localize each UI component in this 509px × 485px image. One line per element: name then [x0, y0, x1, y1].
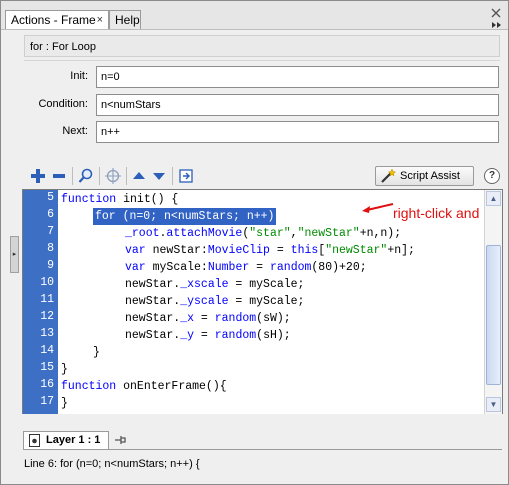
- line-number: 7: [47, 225, 54, 238]
- code-line: var myScale:Number = random(80)+20;: [125, 261, 367, 274]
- move-up-icon[interactable]: [131, 168, 147, 184]
- layer-tab-bar: Layer 1 : 1: [2, 414, 507, 450]
- selected-code-line[interactable]: for (n=0; n<numStars; n++): [93, 208, 277, 225]
- tab-close-icon[interactable]: ×: [97, 11, 103, 29]
- line-number: 13: [40, 327, 54, 340]
- annotation-arrow-icon: [362, 203, 394, 213]
- pin-script-icon[interactable]: [113, 433, 127, 450]
- next-field[interactable]: [96, 121, 499, 143]
- statement-title: for : For Loop: [24, 35, 500, 57]
- code-line: _root.attachMovie("star","newStar"+n,n);: [125, 227, 402, 240]
- code-line: var newStar:MovieClip = this["newStar"+n…: [125, 244, 415, 257]
- line-number: 10: [40, 276, 54, 289]
- script-file-icon: [29, 434, 40, 450]
- collapse-handle[interactable]: ▸: [10, 236, 19, 273]
- script-editor[interactable]: 5 6 7 8 9 10 11 12 13 14 15 16 17 functi…: [22, 189, 503, 415]
- toolbar-separator: [172, 167, 173, 185]
- line-number: 15: [40, 361, 54, 374]
- script-assist-button[interactable]: Script Assist: [375, 166, 474, 186]
- condition-label: Condition:: [38, 98, 88, 110]
- layer-tab[interactable]: Layer 1 : 1: [23, 431, 109, 450]
- line-number: 17: [40, 395, 54, 408]
- script-assist-label: Script Assist: [400, 170, 460, 182]
- init-field[interactable]: [96, 66, 499, 88]
- init-label: Init:: [70, 70, 88, 82]
- scroll-up-icon[interactable]: ▲: [486, 191, 501, 206]
- code-line: newStar._yscale = myScale;: [125, 295, 305, 308]
- tab-help[interactable]: Help: [109, 10, 141, 29]
- move-down-icon[interactable]: [151, 168, 167, 184]
- code-area[interactable]: function init() { for (n=0; n<numStars; …: [61, 190, 502, 414]
- actions-toolbar: Script Assist ?: [2, 162, 507, 189]
- panel-tab-bar: Actions - Frame × Help: [1, 1, 508, 30]
- line-number: 16: [40, 378, 54, 391]
- code-line: }: [61, 397, 68, 410]
- layer-tab-label: Layer 1 : 1: [46, 434, 101, 446]
- vertical-scrollbar[interactable]: ▲ ▼: [484, 190, 502, 414]
- line-number: 14: [40, 344, 54, 357]
- code-line: }: [61, 363, 68, 376]
- condition-field[interactable]: [96, 94, 499, 116]
- panel-menu-icon[interactable]: [492, 21, 502, 30]
- script-assist-panel: for : For Loop Init: Condition: Next:: [2, 30, 507, 162]
- code-line: function onEnterFrame(){: [61, 380, 227, 393]
- code-line: newStar._x = random(sW);: [125, 312, 291, 325]
- status-bar: Line 6: for (n=0; n<numStars; n++) {: [2, 453, 507, 483]
- help-icon[interactable]: ?: [484, 168, 500, 184]
- line-number-gutter: 5 6 7 8 9 10 11 12 13 14 15 16 17: [23, 190, 58, 414]
- line-number: 12: [40, 310, 54, 323]
- delete-statement-icon[interactable]: [51, 168, 67, 184]
- code-line: newStar._y = random(sH);: [125, 329, 291, 342]
- tab-help-label: Help: [115, 13, 140, 27]
- toolbar-separator: [99, 167, 100, 185]
- tab-actions-frame[interactable]: Actions - Frame ×: [5, 10, 109, 29]
- code-line: }: [93, 346, 100, 359]
- divider: [23, 449, 502, 450]
- add-statement-icon[interactable]: [30, 168, 46, 184]
- scroll-down-icon[interactable]: ▼: [486, 397, 501, 412]
- panel-close-icon[interactable]: [491, 8, 501, 18]
- find-icon[interactable]: [78, 168, 94, 184]
- toolbar-separator: [126, 167, 127, 185]
- status-line: Line 6: for (n=0; n<numStars; n++) {: [24, 458, 200, 470]
- magic-wand-icon: [380, 168, 397, 190]
- line-number: 6: [47, 208, 54, 221]
- line-number: 11: [40, 293, 54, 306]
- toolbar-separator: [72, 167, 73, 185]
- code-line: newStar._xscale = myScale;: [125, 278, 305, 291]
- line-number: 5: [47, 191, 54, 204]
- snippet-icon[interactable]: [178, 168, 194, 184]
- target-path-icon[interactable]: [105, 168, 121, 184]
- line-number: 8: [47, 242, 54, 255]
- scroll-thumb[interactable]: [486, 245, 501, 385]
- actions-panel: Actions - Frame × Help for : For Loop In…: [0, 0, 509, 485]
- line-number: 9: [47, 259, 54, 272]
- code-line: function init() {: [61, 193, 179, 206]
- tab-actions-frame-label: Actions - Frame: [11, 13, 96, 27]
- divider: [24, 60, 500, 61]
- next-label: Next:: [62, 125, 88, 137]
